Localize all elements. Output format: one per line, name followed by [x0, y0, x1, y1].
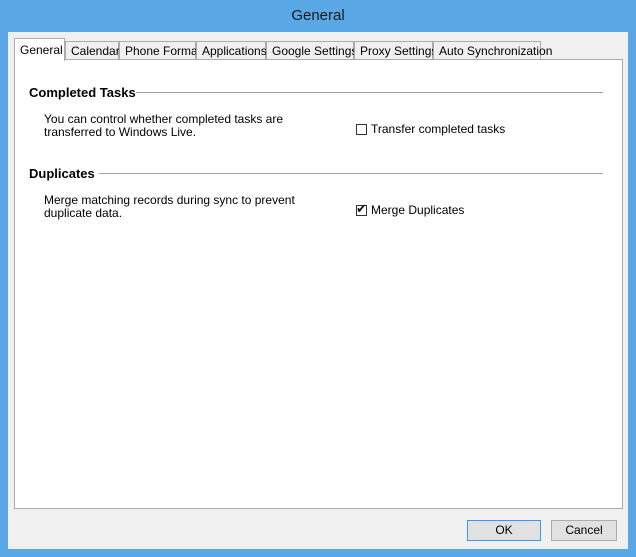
transfer-completed-tasks-label: Transfer completed tasks	[371, 122, 506, 136]
tab-proxy-settings[interactable]: Proxy Settings	[354, 41, 437, 60]
merge-duplicates-checkbox[interactable]: ✔ Merge Duplicates	[356, 200, 465, 217]
tab-auto-synchronization[interactable]: Auto Synchronization	[433, 41, 552, 60]
settings-window: General General Calendar Phone Format Ap…	[0, 0, 636, 557]
completed-tasks-divider	[136, 92, 603, 93]
dialog-client-area: General Calendar Phone Format Applicatio…	[8, 32, 628, 549]
ok-button[interactable]: OK	[467, 520, 541, 541]
tab-applications[interactable]: Applications	[196, 41, 267, 60]
tab-panel-general: Completed Tasks You can control whether …	[14, 59, 623, 509]
cancel-button[interactable]: Cancel	[551, 520, 617, 541]
tab-calendar[interactable]: Calendar	[65, 41, 120, 60]
duplicates-description: Merge matching records during sync to pr…	[44, 193, 295, 220]
completed-tasks-description: You can control whether completed tasks …	[44, 112, 284, 139]
tab-general[interactable]: General	[14, 38, 65, 61]
checkbox-box[interactable]	[356, 123, 367, 135]
completed-tasks-heading: Completed Tasks	[29, 85, 136, 100]
tab-phone-format[interactable]: Phone Format	[119, 41, 201, 60]
tab-google-settings[interactable]: Google Settings	[266, 41, 357, 60]
duplicates-divider	[99, 173, 603, 174]
window-title: General	[291, 7, 345, 24]
transfer-completed-tasks-checkbox[interactable]: Transfer completed tasks	[356, 122, 505, 136]
checkbox-box[interactable]: ✔	[356, 200, 367, 216]
check-mark-icon: ✔	[356, 200, 367, 216]
merge-duplicates-label: Merge Duplicates	[371, 203, 465, 217]
duplicates-heading: Duplicates	[29, 166, 95, 181]
